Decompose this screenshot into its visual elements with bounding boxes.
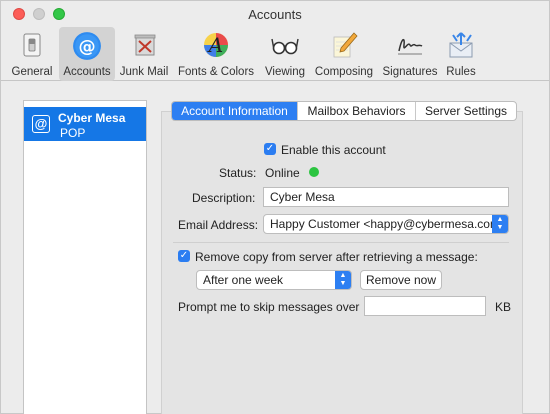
account-row-cyber-mesa[interactable]: @ Cyber Mesa POP [24, 107, 146, 141]
description-field[interactable]: Cyber Mesa [263, 187, 509, 207]
chevron-updown-icon: ▲ ▼ [335, 271, 351, 289]
prompt-skip-label: Prompt me to skip messages over [178, 300, 360, 314]
prompt-unit-label: KB [495, 300, 512, 314]
email-address-label: Email Address: [178, 218, 259, 232]
prompt-size-field[interactable] [364, 296, 486, 316]
tab-label: Signatures [382, 66, 438, 78]
tab-label: Junk Mail [119, 66, 169, 78]
remove-copy-label: Remove copy from server after retrieving… [195, 250, 478, 264]
window-title: Accounts [248, 7, 302, 22]
svg-text:@: @ [78, 37, 95, 57]
pencil-icon [333, 32, 358, 58]
tab-rules[interactable]: Rules [443, 27, 479, 81]
preferences-toolbar: General @ Accounts Junk Mail A Fonts & C… [1, 25, 549, 81]
email-address-popup[interactable]: Happy Customer <happy@cybermesa.com> ▲ ▼ [263, 214, 509, 234]
email-address-value: Happy Customer <happy@cybermesa.com> [270, 217, 507, 231]
tab-label: Fonts & Colors [177, 66, 255, 78]
svg-text:A: A [207, 33, 223, 57]
preferences-window: Accounts General @ Accounts Junk Mail A … [0, 0, 550, 414]
at-sign-icon: @ [73, 32, 101, 60]
signature-icon [398, 38, 423, 55]
tab-label: Viewing [264, 66, 306, 78]
remove-copy-checkbox[interactable]: ✓ [178, 250, 190, 262]
status-value: Online [265, 166, 300, 180]
account-list[interactable]: @ Cyber Mesa POP [23, 100, 147, 414]
at-sign-icon: @ [32, 115, 50, 133]
chevron-updown-icon: ▲ ▼ [492, 215, 508, 233]
account-name: Cyber Mesa [58, 111, 126, 125]
switch-icon [23, 33, 41, 57]
tab-mailbox-behaviors[interactable]: Mailbox Behaviors [298, 102, 416, 120]
enable-account-label: Enable this account [281, 143, 386, 157]
tab-server-settings[interactable]: Server Settings [416, 102, 516, 120]
description-label: Description: [192, 191, 256, 205]
status-indicator-icon [309, 167, 319, 177]
tab-signatures[interactable]: Signatures [379, 27, 441, 81]
trash-bin-icon [134, 34, 156, 56]
account-tabs: Account Information Mailbox Behaviors Se… [171, 101, 517, 121]
tab-viewing[interactable]: Viewing [261, 27, 309, 81]
tab-label: Accounts [63, 66, 111, 78]
divider [173, 242, 509, 243]
tab-junk-mail[interactable]: Junk Mail [117, 27, 171, 81]
tab-label: Rules [446, 66, 476, 78]
tab-general[interactable]: General [7, 27, 57, 81]
tab-account-information[interactable]: Account Information [172, 102, 298, 120]
status-label: Status: [219, 166, 257, 180]
title-bar: Accounts [1, 1, 549, 25]
account-type: POP [60, 126, 86, 140]
tab-label: General [11, 66, 53, 78]
tab-fonts-colors[interactable]: A Fonts & Colors [173, 27, 259, 81]
tab-label: Composing [314, 66, 374, 78]
remove-after-value: After one week [203, 273, 284, 287]
envelope-arrows-icon [449, 32, 473, 58]
remove-now-button[interactable]: Remove now [360, 270, 442, 290]
remove-after-popup[interactable]: After one week ▲ ▼ [196, 270, 352, 290]
tab-composing[interactable]: Composing [311, 27, 377, 81]
glasses-icon [271, 38, 299, 55]
font-palette-icon: A [204, 33, 228, 57]
enable-account-checkbox[interactable]: ✓ [264, 143, 276, 155]
tab-accounts[interactable]: @ Accounts [59, 27, 115, 81]
